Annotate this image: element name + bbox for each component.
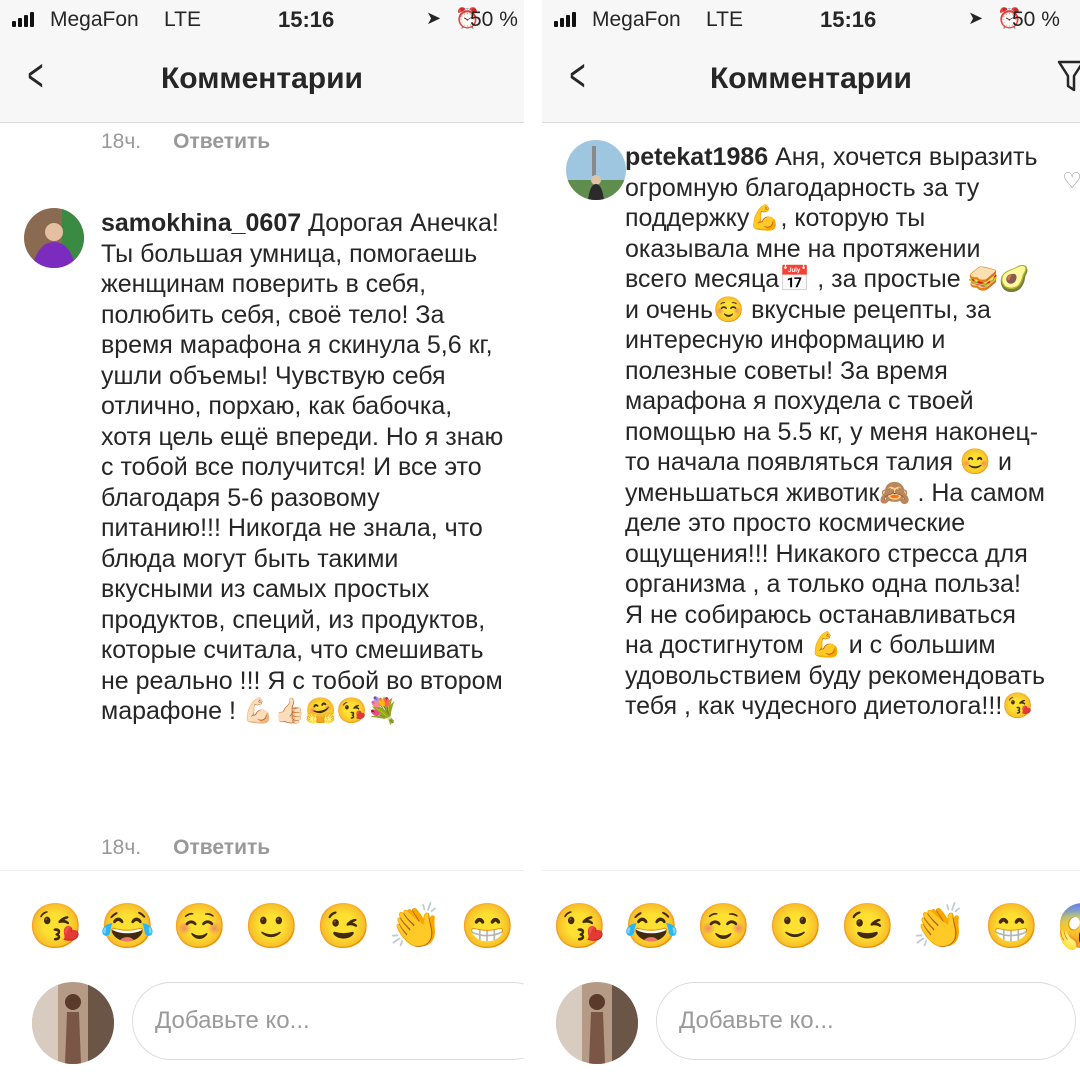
comment-time: 18ч. (101, 836, 142, 859)
emoji-wink-button[interactable]: 😉 (840, 903, 895, 951)
status-bar: MegaFon LTE 15:16 ➤ ⏰ 50 % (0, 0, 524, 40)
status-time: 15:16 (278, 7, 335, 32)
page-title: Комментарии (160, 62, 364, 95)
status-bar: MegaFon LTE 15:16 ➤ ⏰ 50 % (542, 0, 1080, 40)
comment-time: 18ч. (101, 130, 142, 153)
emoji-blush-button[interactable]: ☺️ (696, 903, 751, 951)
emoji-kiss-button[interactable]: 😘 (552, 903, 607, 951)
emoji-clap-button[interactable]: 👏 (388, 903, 443, 951)
location-arrow-icon: ➤ (426, 8, 442, 28)
cellular-signal-icon (554, 12, 576, 27)
right-screenshot: MegaFon LTE 15:16 ➤ ⏰ 50 % < Комментарии… (542, 0, 1080, 1080)
emoji-joy-button[interactable]: 😂 (624, 903, 679, 951)
avatar (32, 982, 114, 1064)
comment-text: Аня, хочется выразить огромную благодарн… (625, 143, 1045, 720)
comment-username[interactable]: petekat1986 (625, 143, 768, 171)
emoji-bar: 😘 😂 ☺️ 🙂 😉 👏 😁 😱 (542, 870, 1080, 971)
status-time: 15:16 (820, 7, 877, 32)
emoji-clap-button[interactable]: 👏 (912, 903, 967, 951)
emoji-bar: 😘 😂 ☺️ 🙂 😉 👏 😁 (0, 870, 524, 971)
comment-composer (542, 970, 1080, 1080)
location-arrow-icon: ➤ (968, 8, 984, 28)
divider (524, 0, 542, 1080)
avatar[interactable] (24, 208, 84, 268)
comment-body: petekat1986 Аня, хочется выразить огромн… (625, 142, 1045, 722)
cellular-signal-icon (12, 12, 34, 27)
avatar (556, 982, 638, 1064)
reply-button[interactable]: Ответить (173, 130, 270, 153)
previous-comment-meta: 18ч. Ответить (101, 130, 270, 154)
nav-bar: < Комментарии (0, 40, 524, 123)
emoji-blush-button[interactable]: ☺️ (172, 903, 227, 951)
carrier-name: MegaFon (592, 8, 681, 31)
comment-input[interactable] (656, 982, 1076, 1060)
comment-meta: 18ч. Ответить (101, 836, 270, 860)
emoji-scream-button[interactable]: 😱 (1056, 903, 1080, 951)
comment-text: Дорогая Анечка! Ты большая умница, помог… (101, 209, 504, 725)
network-type: LTE (164, 8, 201, 31)
nav-bar: < Комментарии (542, 40, 1080, 123)
comment-username[interactable]: samokhina_0607 (101, 209, 301, 237)
avatar[interactable] (566, 140, 626, 200)
network-type: LTE (706, 8, 743, 31)
reply-button[interactable]: Ответить (173, 836, 270, 859)
filter-icon[interactable] (1056, 56, 1080, 96)
comment-body: samokhina_0607 Дорогая Анечка! Ты больша… (101, 208, 506, 727)
heart-icon[interactable]: ♡ (1062, 168, 1080, 194)
carrier-name: MegaFon (50, 8, 139, 31)
emoji-wink-button[interactable]: 😉 (316, 903, 371, 951)
page-title: Комментарии (709, 62, 913, 95)
emoji-grin-button[interactable]: 😁 (460, 903, 515, 951)
left-screenshot: MegaFon LTE 15:16 ➤ ⏰ 50 % < Комментарии… (0, 0, 524, 1080)
emoji-kiss-button[interactable]: 😘 (28, 903, 83, 951)
battery-percent: 50 % (1012, 8, 1060, 31)
emoji-grin-button[interactable]: 😁 (984, 903, 1039, 951)
battery-percent: 50 % (470, 8, 518, 31)
emoji-joy-button[interactable]: 😂 (100, 903, 155, 951)
comment-input[interactable] (132, 982, 524, 1060)
emoji-smile-button[interactable]: 🙂 (244, 903, 299, 951)
emoji-smile-button[interactable]: 🙂 (768, 903, 823, 951)
comment-composer (0, 970, 524, 1080)
